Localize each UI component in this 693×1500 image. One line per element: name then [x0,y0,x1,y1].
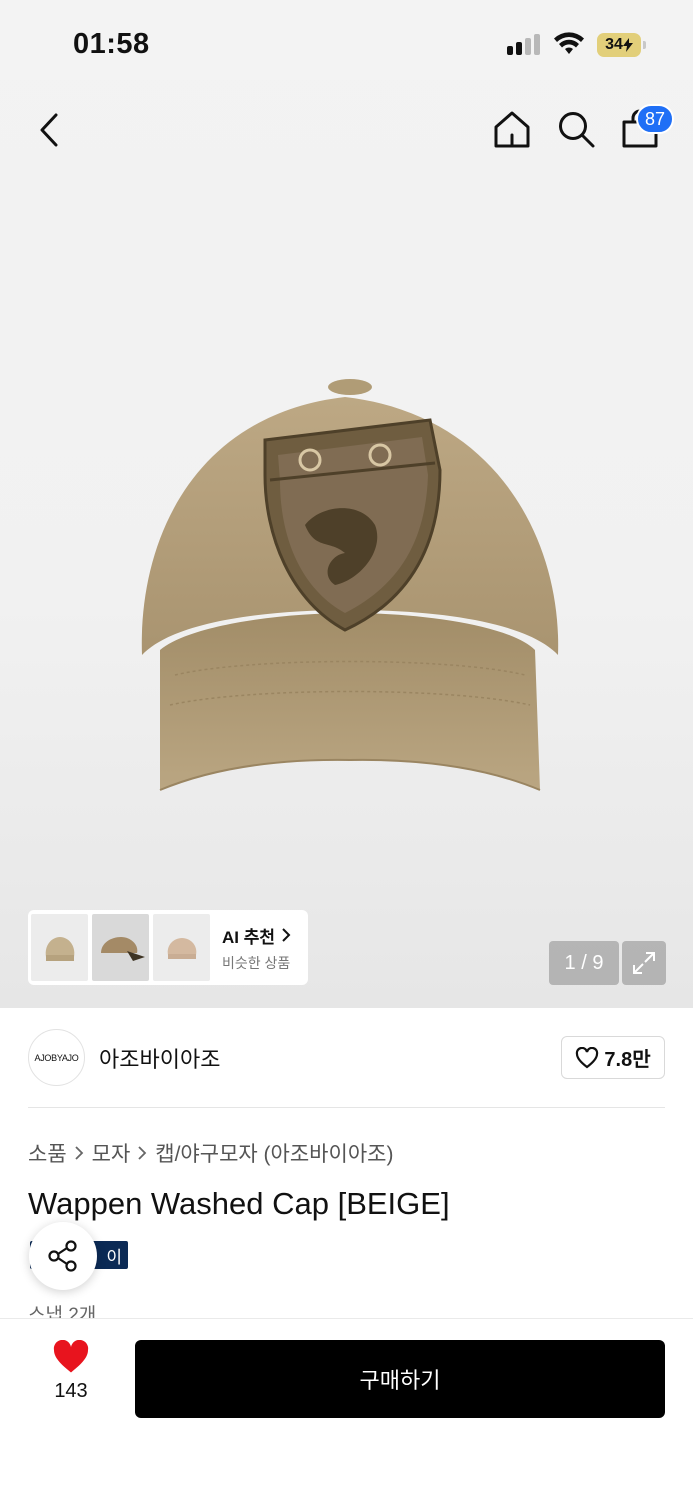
buy-button[interactable]: 구매하기 [135,1340,665,1418]
like-count: 143 [54,1380,88,1402]
cellular-signal-icon [507,34,540,55]
ai-recommend-panel[interactable]: AI 추천 비슷한 상품 [28,910,308,985]
brand-name[interactable]: 아조바이아조 [99,1042,220,1074]
charging-bolt-icon [622,38,633,52]
cap-thumbnail-image [100,936,145,961]
expand-icon [633,952,655,974]
breadcrumb: 소품 모자 캡/야구모자 (아조바이아조) [28,1138,393,1168]
home-icon[interactable] [491,108,533,150]
chevron-right-icon [138,1146,147,1160]
product-title: Wappen Washed Cap [BEIGE] [28,1186,450,1221]
breadcrumb-item[interactable]: 소품 [28,1138,67,1168]
battery-level: 34 [605,36,623,53]
ai-recommend-title[interactable]: AI 추천 [222,923,275,948]
like-button[interactable]: 143 [30,1340,112,1420]
share-icon [48,1240,77,1272]
chevron-right-icon [282,928,291,942]
brand-like-count: 7.8만 [604,1049,651,1071]
status-time: 01:58 [73,28,150,60]
divider [28,1107,665,1108]
similar-thumbnail[interactable] [92,914,149,981]
ai-recommend-subtitle: 비슷한 상품 [222,954,291,971]
cap-thumbnail-image [167,937,196,959]
heart-filled-icon [53,1340,89,1373]
brand-logo[interactable]: AJOBYAJO [28,1029,85,1086]
similar-thumbnail[interactable] [153,914,210,981]
cart-count-badge: 87 [636,104,674,134]
expand-button[interactable] [622,941,666,985]
image-page-counter: 1 / 9 [549,941,619,985]
wifi-icon [554,32,584,54]
cap-thumbnail-image [45,936,74,961]
share-button[interactable] [29,1222,97,1290]
breadcrumb-item[interactable]: 모자 [92,1138,131,1168]
similar-thumbnail[interactable] [31,914,88,981]
snap-count[interactable]: 스냅 2개 [28,1300,96,1318]
heart-outline-icon [576,1046,599,1068]
battery-tip [643,41,646,49]
back-button[interactable] [34,110,68,150]
product-image[interactable] [130,375,570,805]
breadcrumb-item[interactable]: 캡/야구모자 (아조바이아조) [155,1138,393,1168]
brand-like-button[interactable]: 7.8만 [561,1036,665,1079]
battery-indicator: 34 [597,33,641,57]
search-icon[interactable] [555,108,597,150]
chevron-right-icon [75,1146,83,1160]
